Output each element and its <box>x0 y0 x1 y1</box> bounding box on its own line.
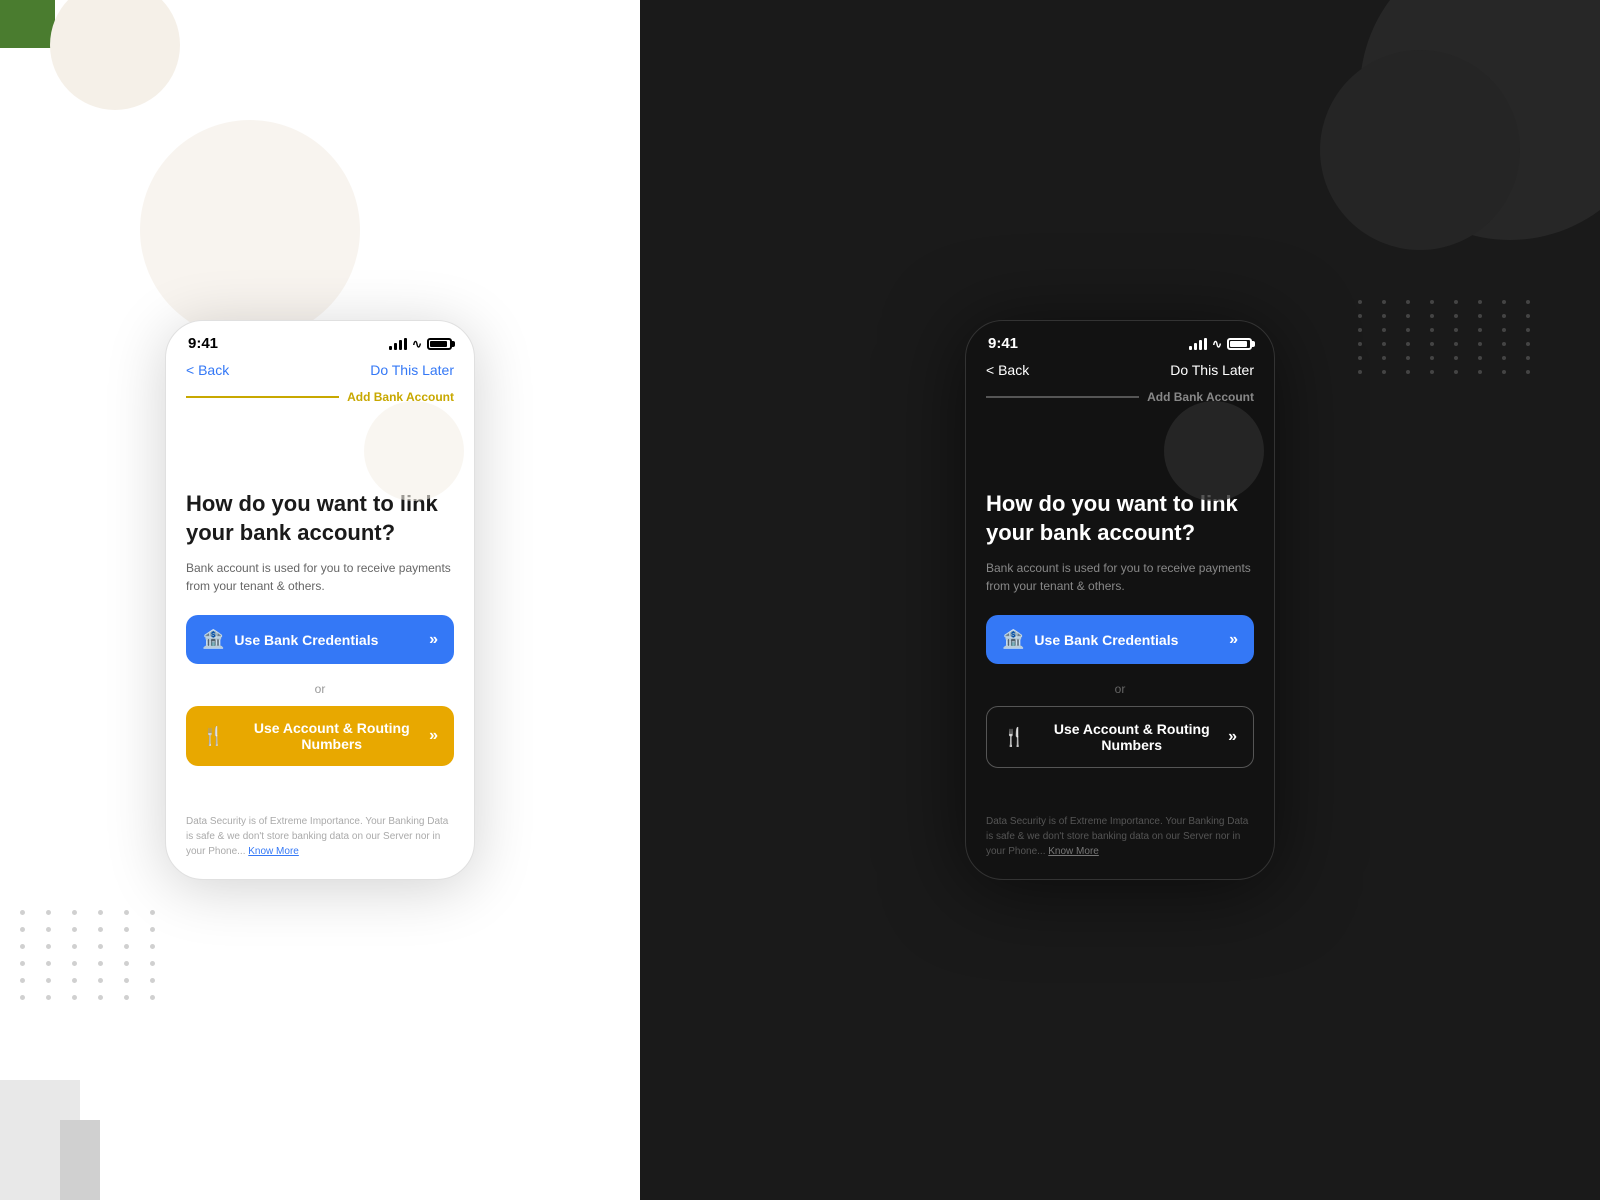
section-line-light <box>186 396 339 398</box>
dark-phone-mockup: 9:41 ∿ < Back Do This Later Add Bank Acc… <box>965 320 1275 880</box>
section-line-dark <box>986 396 1139 398</box>
phone-circle-decoration-dark <box>1164 401 1264 501</box>
status-time-light: 9:41 <box>188 335 218 352</box>
footer-text-dark: Data Security is of Extreme Importance. … <box>986 794 1254 859</box>
phone-content-light: Add Bank Account How do you want to link… <box>166 386 474 879</box>
back-button-light[interactable]: < Back <box>186 362 229 378</box>
bank-icon-dark: 🏦 <box>1002 629 1024 650</box>
know-more-link-light[interactable]: Know More <box>248 846 299 857</box>
right-panel: 9:41 ∿ < Back Do This Later Add Bank Acc… <box>640 0 1600 1200</box>
footer-text-light: Data Security is of Extreme Importance. … <box>186 794 454 859</box>
wifi-icon-dark: ∿ <box>1212 337 1222 351</box>
bank-icon-light: 🏦 <box>202 629 224 650</box>
or-divider-light: or <box>186 682 454 696</box>
bank-credentials-button-dark[interactable]: 🏦 Use Bank Credentials » <box>986 615 1254 664</box>
routing-label-dark: Use Account & Routing Numbers <box>1035 721 1228 753</box>
bank-credentials-label-dark: Use Bank Credentials <box>1034 632 1178 648</box>
routing-icon-light: 🍴 <box>202 726 224 747</box>
rect-decoration-bottom2 <box>60 1120 100 1200</box>
battery-icon-dark <box>1227 338 1252 350</box>
know-more-link-dark[interactable]: Know More <box>1048 846 1099 857</box>
routing-numbers-button-light[interactable]: 🍴 Use Account & Routing Numbers » <box>186 706 454 766</box>
dots-grid-decoration <box>20 910 164 1000</box>
routing-icon-dark: 🍴 <box>1003 727 1025 748</box>
signal-icon-dark <box>1189 338 1207 350</box>
bg-circle-decoration-2 <box>1320 50 1520 250</box>
wifi-icon: ∿ <box>412 337 422 351</box>
do-later-button-light[interactable]: Do This Later <box>370 362 454 378</box>
status-bar-dark: 9:41 ∿ <box>966 321 1274 358</box>
do-later-button-dark[interactable]: Do This Later <box>1170 362 1254 378</box>
phone-content-dark: Add Bank Account How do you want to link… <box>966 386 1274 879</box>
bank-credentials-label-light: Use Bank Credentials <box>234 632 378 648</box>
status-icons-dark: ∿ <box>1189 337 1252 351</box>
phone-circle-decoration <box>364 401 464 501</box>
bank-credentials-button-light[interactable]: 🏦 Use Bank Credentials » <box>186 615 454 664</box>
routing-numbers-button-dark[interactable]: 🍴 Use Account & Routing Numbers » <box>986 706 1254 768</box>
nav-bar-dark: < Back Do This Later <box>966 358 1274 386</box>
sub-text-dark: Bank account is used for you to receive … <box>986 559 1254 595</box>
signal-icon <box>389 338 407 350</box>
chevron-routing-icon-dark: » <box>1228 728 1237 746</box>
chevron-icon-light: » <box>429 631 438 649</box>
back-button-dark[interactable]: < Back <box>986 362 1029 378</box>
green-bar-decoration <box>0 0 55 48</box>
circle-decoration-large <box>140 120 360 340</box>
chevron-icon-dark: » <box>1229 631 1238 649</box>
light-phone-mockup: 9:41 ∿ < Back Do This Later Add Bank Acc… <box>165 320 475 880</box>
status-time-dark: 9:41 <box>988 335 1018 352</box>
circle-decoration-top-left <box>50 0 180 110</box>
left-panel: 9:41 ∿ < Back Do This Later Add Bank Acc… <box>0 0 640 1200</box>
battery-icon <box>427 338 452 350</box>
status-bar-light: 9:41 ∿ <box>166 321 474 358</box>
chevron-routing-icon-light: » <box>429 727 438 745</box>
routing-label-light: Use Account & Routing Numbers <box>234 720 429 752</box>
sub-text-light: Bank account is used for you to receive … <box>186 559 454 595</box>
status-icons-light: ∿ <box>389 337 452 351</box>
nav-bar-light: < Back Do This Later <box>166 358 474 386</box>
or-divider-dark: or <box>986 682 1254 696</box>
right-dots-decoration <box>1358 300 1540 374</box>
